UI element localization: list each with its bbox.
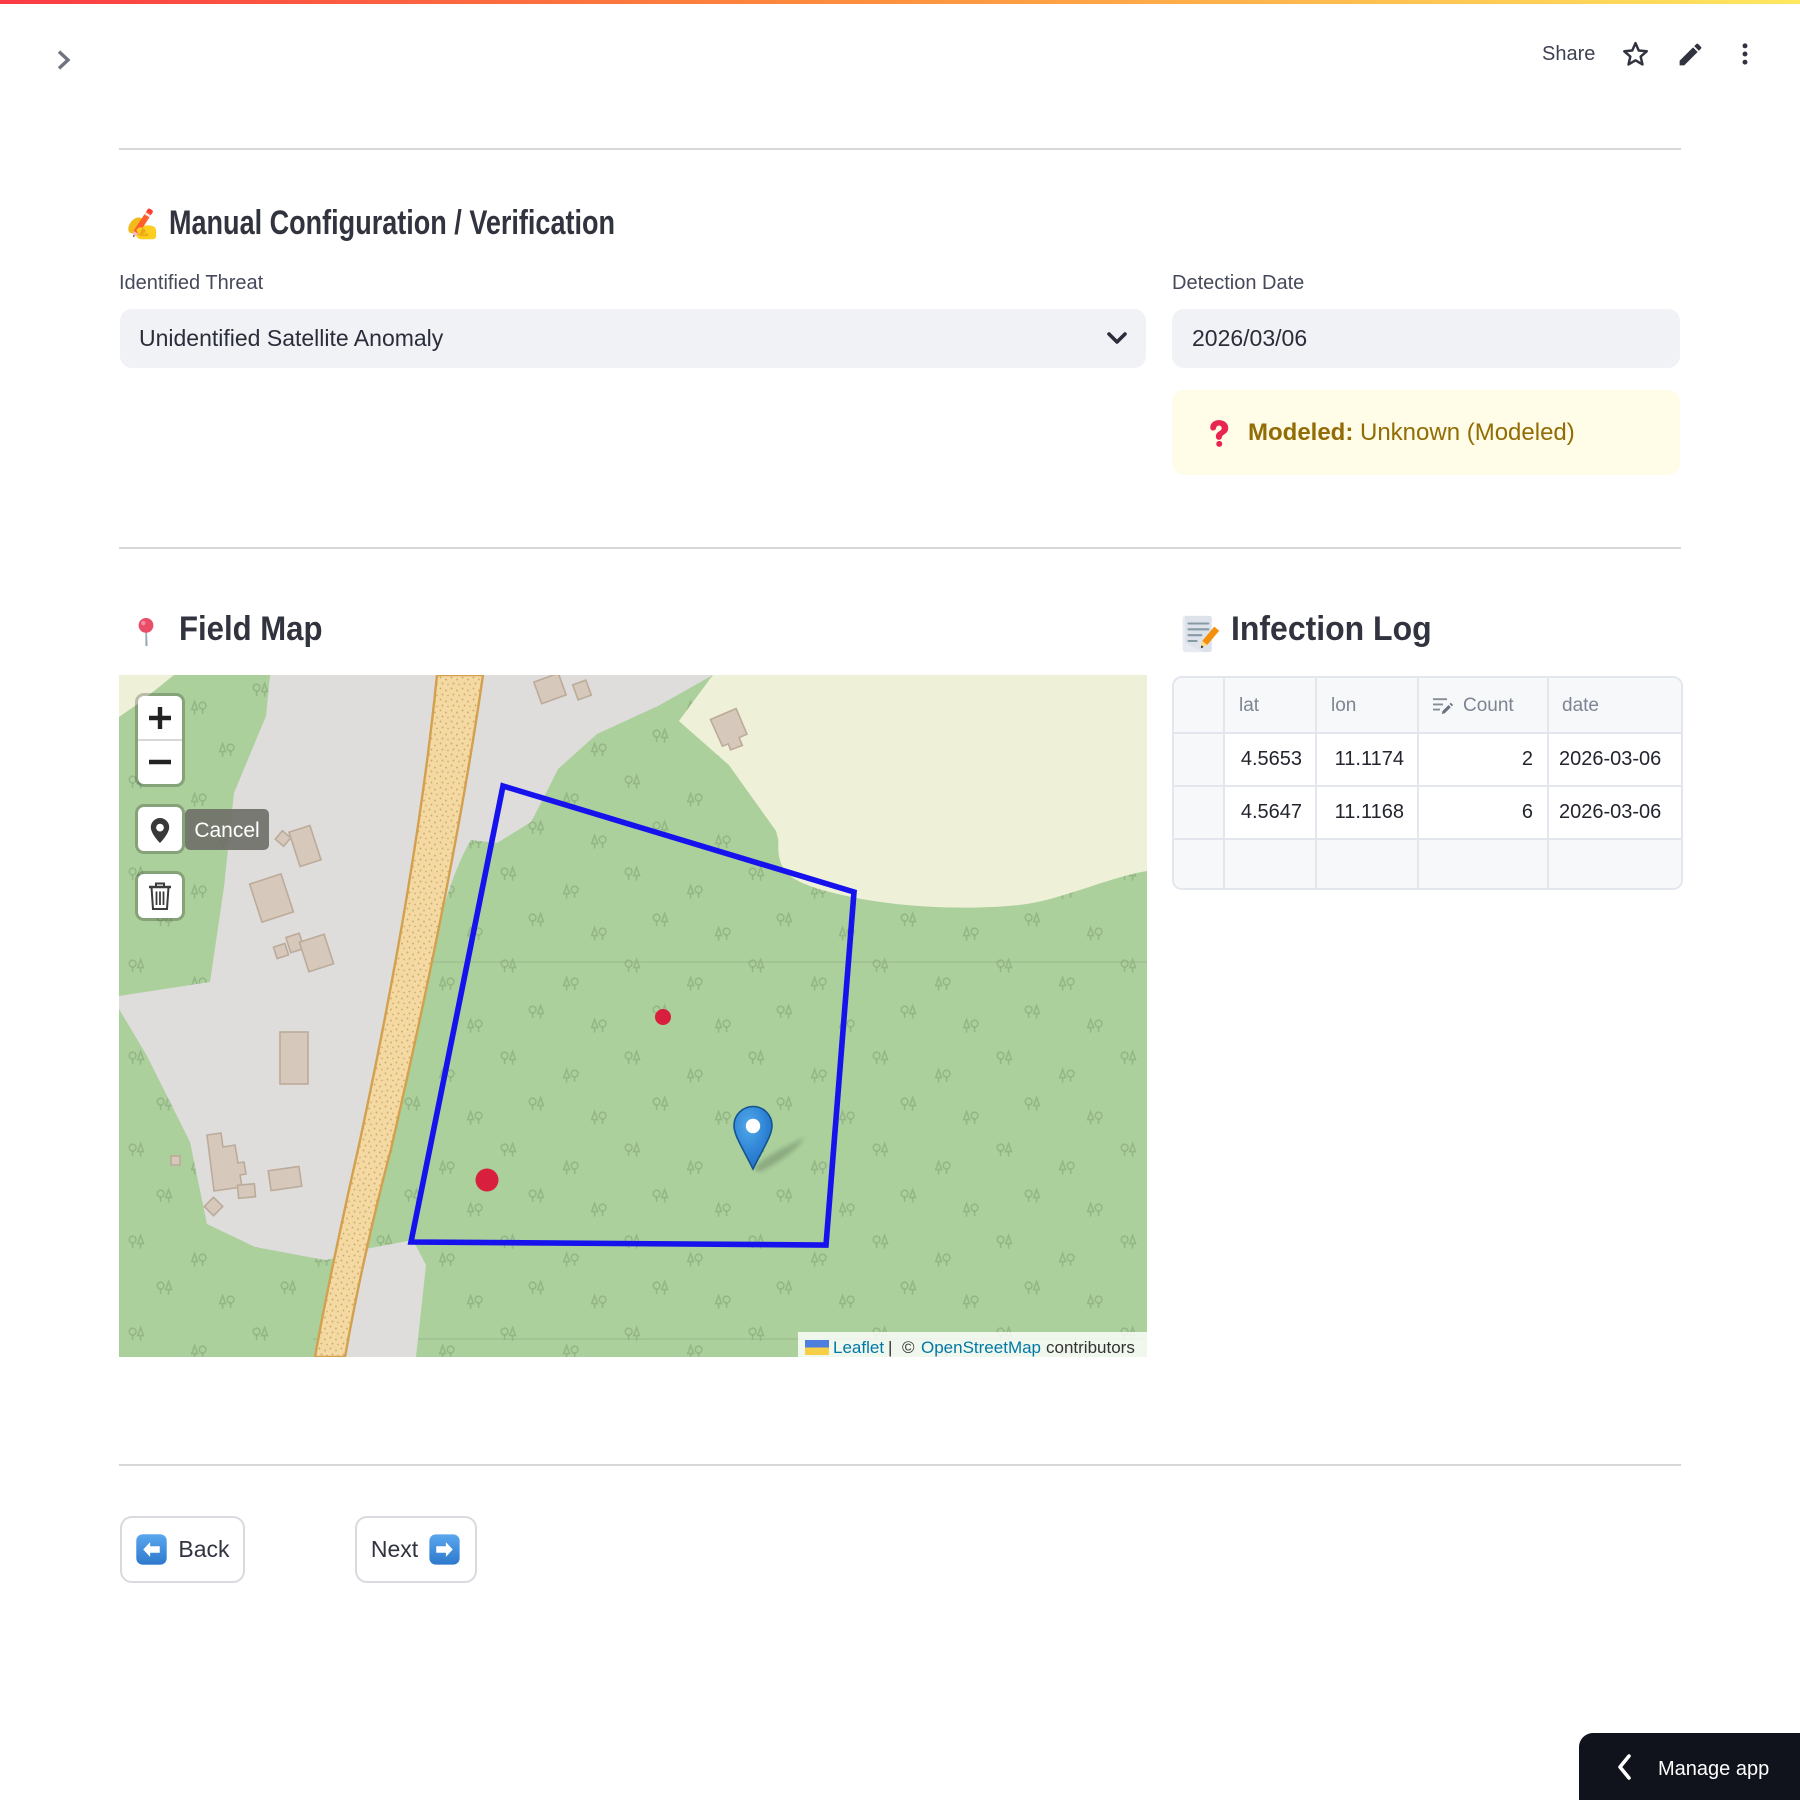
svg-text:OpenStreetMap: OpenStreetMap: [921, 1338, 1041, 1357]
svg-text:Leaflet: Leaflet: [833, 1338, 884, 1357]
svg-text:contributors: contributors: [1046, 1338, 1135, 1357]
svg-text:|: |: [888, 1338, 892, 1357]
svg-text:Cancel: Cancel: [194, 819, 259, 842]
svg-text:©: ©: [902, 1338, 915, 1357]
